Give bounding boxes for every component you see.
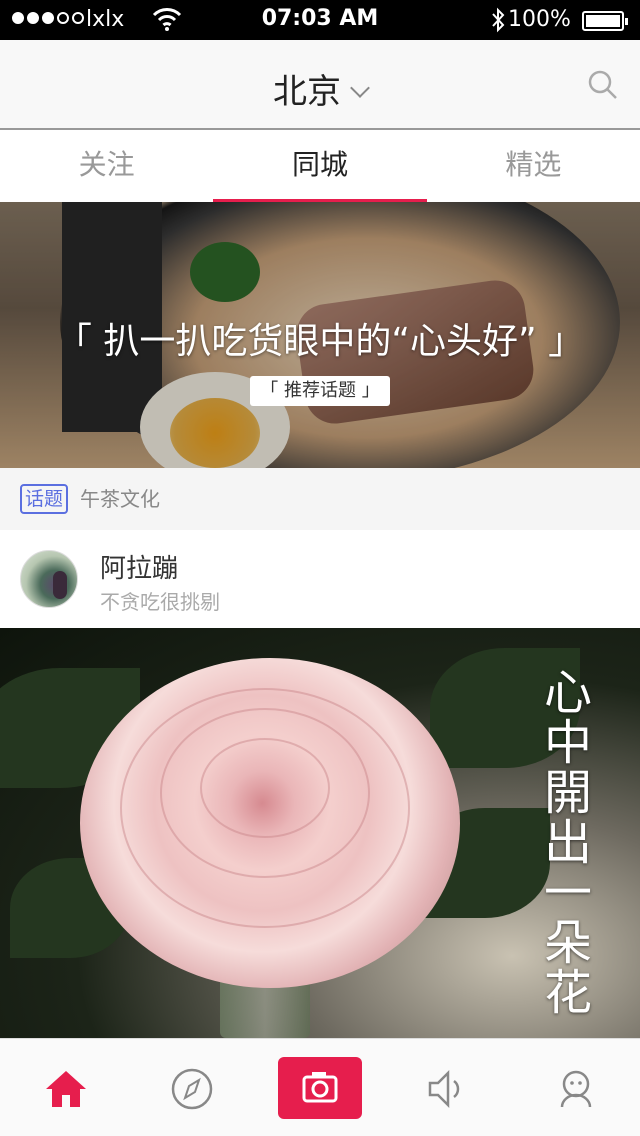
city-selector[interactable]: 北京 [0, 64, 640, 113]
tab-following[interactable]: 关注 [0, 130, 213, 202]
user-bio: 不贪吃很挑剔 [100, 590, 220, 614]
avatar[interactable] [20, 550, 78, 608]
bluetooth-icon [492, 7, 505, 33]
caption-char: 朵 [543, 915, 592, 971]
topic-badge: 话题 [20, 484, 69, 514]
feed-tabs: 关注 同城 精选 [0, 130, 640, 202]
camera-icon [302, 1072, 338, 1103]
topic-banner[interactable]: 「 扒一扒吃货眼中的“心头好” 」 「 推荐话题 」 [0, 202, 640, 468]
profile-icon[interactable] [552, 1065, 600, 1113]
topic-row[interactable]: 话题 午茶文化 [0, 468, 640, 530]
search-icon[interactable] [586, 68, 620, 102]
caption-char: 花 [543, 965, 592, 1021]
speaker-icon[interactable] [424, 1065, 472, 1113]
battery-icon [582, 11, 628, 31]
photo-caption: 心 中 開 出 一 朵 花 [540, 668, 596, 1018]
status-bar: lxlx 07:03 AM 100% [0, 0, 640, 40]
banner-title: 「 扒一扒吃货眼中的“心头好” 」 [55, 321, 585, 362]
tab-local[interactable]: 同城 [213, 130, 427, 202]
compass-icon[interactable] [168, 1065, 216, 1113]
battery-percent: 100% [508, 7, 571, 32]
caption-char: 一 [543, 865, 592, 921]
caption-char: 開 [543, 765, 592, 821]
user-name[interactable]: 阿拉蹦 [100, 548, 178, 585]
caption-char: 出 [543, 815, 592, 871]
city-name: 北京 [273, 72, 341, 112]
recommended-topic-tag: 「 推荐话题 」 [250, 376, 390, 406]
caption-char: 中 [543, 715, 592, 771]
post-author[interactable]: 阿拉蹦 不贪吃很挑剔 [0, 530, 640, 628]
nav-bar: 北京 [0, 40, 640, 130]
tab-featured[interactable]: 精选 [427, 130, 640, 202]
photo-detail [120, 688, 410, 928]
home-icon[interactable] [42, 1065, 90, 1113]
caption-char: 心 [543, 665, 592, 721]
chevron-down-icon [350, 78, 370, 98]
camera-button[interactable] [278, 1057, 362, 1119]
post-photo[interactable]: 心 中 開 出 一 朵 花 [0, 628, 640, 1038]
bottom-tab-bar [0, 1038, 640, 1136]
topic-name[interactable]: 午茶文化 [80, 484, 160, 514]
